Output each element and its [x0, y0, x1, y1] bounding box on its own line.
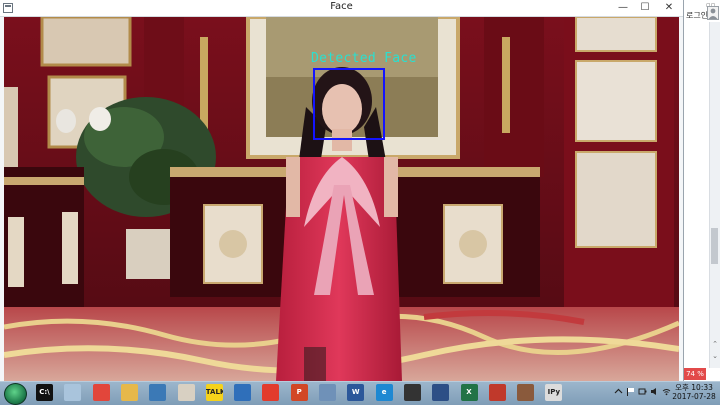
- hwp-icon[interactable]: [234, 384, 252, 401]
- video-frame: Detected Face: [4, 17, 679, 381]
- face-window: Face — ☐ ✕ Detected Face: [0, 0, 684, 381]
- battery-icon[interactable]: [638, 387, 647, 396]
- settings-icon[interactable]: [432, 384, 450, 401]
- user-avatar-icon[interactable]: [707, 6, 719, 20]
- chrome-icon[interactable]: [92, 384, 110, 401]
- maximize-button[interactable]: ☐: [634, 0, 656, 15]
- explorer-icon[interactable]: [120, 384, 138, 401]
- scroll-up-arrow[interactable]: ⌃: [710, 340, 720, 348]
- system-clock[interactable]: 오후 10:33 2017-07-28: [672, 383, 716, 401]
- kakaotalk-icon[interactable]: TALK: [205, 384, 223, 401]
- close-button[interactable]: ✕: [656, 0, 682, 15]
- minimize-button[interactable]: —: [612, 0, 634, 15]
- paint-icon[interactable]: [177, 384, 195, 401]
- network-flag-icon[interactable]: [626, 387, 635, 396]
- window-title: Face: [330, 1, 353, 12]
- matlab-icon[interactable]: [488, 384, 506, 401]
- internet-explorer-icon[interactable]: e: [375, 384, 393, 401]
- cmd-icon[interactable]: C:\: [36, 384, 53, 401]
- login-link[interactable]: 로그인: [686, 10, 708, 21]
- file-icon[interactable]: [64, 384, 82, 401]
- tray-chevron-icon[interactable]: [614, 387, 623, 396]
- ipython-icon[interactable]: IPy: [545, 384, 563, 401]
- python-icon[interactable]: [149, 384, 167, 401]
- detected-face-label: Detected Face: [311, 51, 417, 66]
- volume-icon[interactable]: [650, 387, 659, 396]
- clock-time: 오후 10:33: [675, 383, 713, 392]
- detected-face-box: [313, 68, 385, 140]
- scrollbar-thumb[interactable]: [711, 228, 718, 264]
- start-button[interactable]: [4, 383, 27, 405]
- vertical-scrollbar[interactable]: [709, 22, 720, 368]
- clock-date: 2017-07-28: [672, 392, 716, 401]
- media-icon[interactable]: [403, 384, 421, 401]
- zoom-level-badge[interactable]: 74 %: [684, 368, 706, 380]
- photo-icon[interactable]: [517, 384, 535, 401]
- title-bar[interactable]: Face — ☐ ✕: [0, 0, 683, 17]
- word-icon[interactable]: W: [347, 384, 365, 401]
- wifi-icon[interactable]: [662, 387, 671, 396]
- powerpoint-icon[interactable]: P: [290, 384, 308, 401]
- daum-icon[interactable]: [262, 384, 280, 401]
- document-icon[interactable]: [319, 384, 336, 401]
- scroll-down-arrow[interactable]: ⌄: [710, 352, 720, 360]
- excel-icon[interactable]: X: [460, 384, 478, 401]
